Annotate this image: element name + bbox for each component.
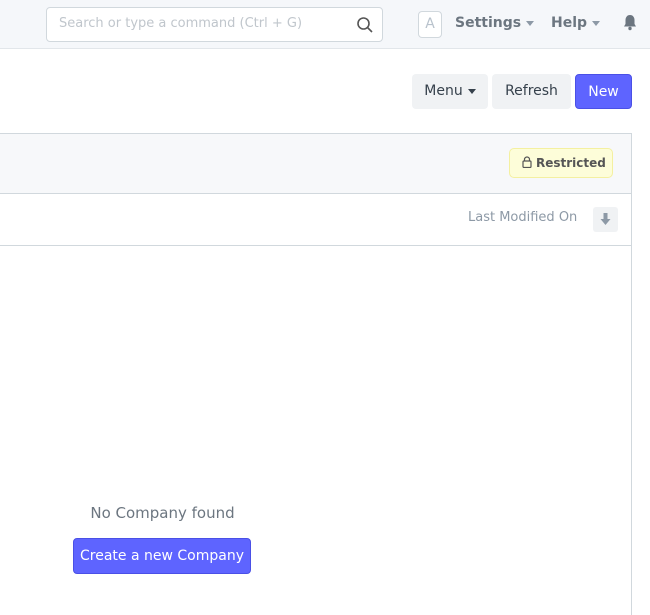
bell-icon[interactable] [622,14,638,32]
empty-state-message: No Company found [90,504,235,522]
help-label: Help [551,15,588,31]
sort-order-button[interactable] [593,207,618,232]
search-placeholder: Search or type a command (Ctrl + G) [59,16,303,31]
restricted-badge: Restricted [509,148,613,178]
create-company-button[interactable]: Create a new Company [73,538,251,574]
panel-border [631,133,632,615]
new-button[interactable]: New [575,74,632,109]
restricted-label: Restricted [536,156,606,170]
settings-dropdown[interactable]: Settings [455,15,535,31]
search-input[interactable]: Search or type a command (Ctrl + G) [46,7,383,42]
avatar[interactable]: A [418,11,442,38]
menu-button[interactable]: Menu [412,74,488,109]
arrow-down-icon [600,213,611,225]
lock-icon [522,156,532,169]
caret-down-icon [467,88,476,94]
settings-label: Settings [455,15,522,31]
caret-down-icon [592,20,601,26]
refresh-button[interactable]: Refresh [492,74,571,109]
menu-label: Menu [424,83,463,99]
search-icon[interactable] [356,16,374,34]
navbar: Search or type a command (Ctrl + G) A Se… [0,0,650,49]
caret-down-icon [526,20,535,26]
help-dropdown[interactable]: Help [551,15,601,31]
sort-field-selector[interactable]: Last Modified On [468,210,577,225]
